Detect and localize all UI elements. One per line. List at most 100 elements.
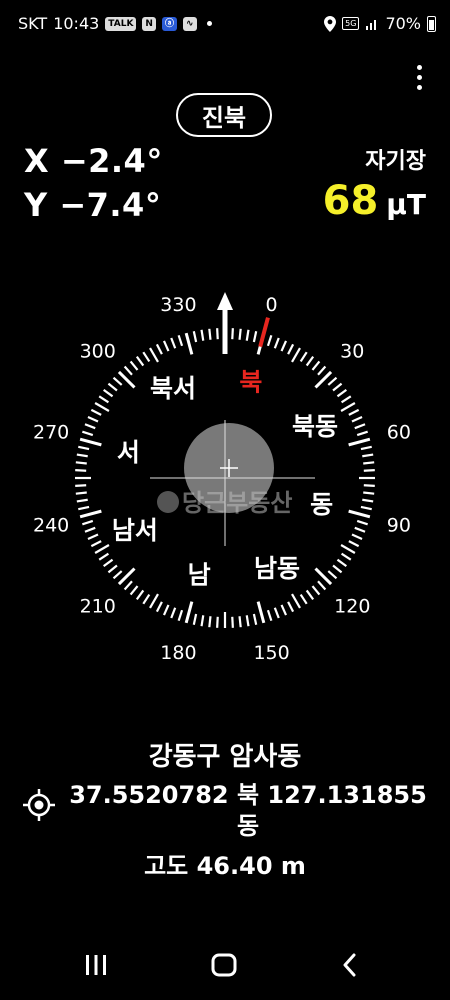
- degree-label: 0: [266, 294, 278, 316]
- compass-tick: [362, 453, 374, 458]
- compass-tick: [351, 533, 363, 541]
- compass-tick: [231, 328, 234, 340]
- coordinates-readout: 37.5520782 북 127.131855 동: [68, 780, 428, 842]
- true-north-toggle-button[interactable]: 진북: [176, 93, 272, 137]
- more-vertical-icon[interactable]: [408, 62, 430, 92]
- my-location-icon[interactable]: [22, 788, 56, 822]
- compass-tick: [360, 505, 372, 511]
- network-type-icon: 5G: [342, 17, 360, 30]
- north-tick: [258, 317, 270, 348]
- compass-tick: [82, 519, 94, 526]
- compass-tick: [216, 616, 219, 628]
- compass-tick: [200, 329, 205, 341]
- talk-icon: TALK: [105, 16, 137, 31]
- compass-tick: [84, 423, 96, 430]
- compass-tick: [280, 604, 288, 616]
- compass-tick: [340, 544, 356, 554]
- compass-tick: [317, 580, 327, 591]
- compass-tick: [311, 360, 321, 371]
- compass-tick: [142, 351, 151, 363]
- compass-tick: [90, 540, 102, 548]
- compass-tick: [107, 382, 118, 392]
- signal-icon: [366, 19, 377, 30]
- compass-tick: [252, 331, 258, 343]
- compass-tick: [266, 609, 273, 621]
- compass-tick: [332, 564, 343, 574]
- magnetic-field-number: 68: [322, 178, 379, 224]
- direction-label: 북동: [292, 412, 338, 441]
- compass-tick: [75, 484, 87, 487]
- compass-tick: [245, 329, 250, 341]
- compass-tick: [238, 616, 242, 628]
- compass-tick: [266, 335, 273, 347]
- north-marker: [258, 317, 270, 348]
- compass-tick: [112, 570, 123, 580]
- compass-tick: [135, 589, 145, 600]
- compass-tick: [84, 526, 96, 533]
- compass-tick: [351, 415, 363, 423]
- compass-tick: [291, 593, 301, 609]
- compass-tick: [78, 445, 90, 451]
- compass-tick: [155, 343, 163, 355]
- degree-label: 90: [387, 515, 411, 537]
- compass-tick: [311, 585, 321, 596]
- compass-tick: [363, 484, 375, 487]
- compass-tick: [348, 509, 371, 519]
- direction-label: 남: [188, 561, 211, 590]
- recent-apps-icon[interactable]: [66, 940, 126, 990]
- compass-tick: [305, 356, 315, 367]
- compass-tick: [238, 328, 242, 340]
- direction-label: 북서: [150, 374, 196, 403]
- compass-tick: [94, 402, 110, 412]
- compass-tick: [340, 552, 352, 561]
- compass-tick: [340, 402, 356, 412]
- location-pin-icon: [324, 15, 337, 32]
- compass-tick: [340, 395, 352, 404]
- tilt-x-readout: X −2.4°: [24, 142, 163, 180]
- compass-tick: [87, 533, 99, 541]
- compass-tick: [332, 382, 343, 392]
- compass-tick: [200, 615, 205, 627]
- compass-tick: [348, 437, 371, 447]
- compass-tick: [273, 337, 280, 349]
- direction-label: 서: [117, 438, 140, 467]
- compass-tick: [287, 343, 295, 355]
- compass-tick: [363, 491, 375, 495]
- back-icon[interactable]: [320, 940, 380, 990]
- compass-tick: [76, 453, 88, 458]
- watermark: 당근부동산: [157, 489, 292, 517]
- status-left: SKT 10:43 TALK N ⓐ ∿: [18, 14, 212, 33]
- direction-label: 남서: [112, 516, 158, 545]
- home-icon[interactable]: [194, 940, 254, 990]
- status-right: 5G 70%: [324, 14, 436, 33]
- compass-tick: [363, 469, 375, 472]
- heading-arrow-icon: [217, 292, 233, 354]
- navigation-bar: [0, 940, 450, 990]
- compass-tick: [79, 437, 102, 447]
- magnetic-field-unit: μT: [386, 188, 426, 221]
- compass-tick: [317, 365, 327, 376]
- compass-tick: [87, 415, 99, 423]
- compass-tick: [98, 552, 110, 561]
- compass-tick: [252, 613, 258, 625]
- degree-label: 120: [334, 595, 370, 617]
- compass-tick: [363, 461, 375, 465]
- compass-tick: [184, 332, 194, 355]
- compass-tick: [170, 607, 177, 619]
- compass-tick: [177, 609, 184, 621]
- compass-tick: [287, 601, 295, 613]
- compass-tick: [354, 526, 366, 533]
- shortcut-icon: ∿: [182, 16, 197, 31]
- compass-tick: [149, 593, 159, 609]
- compass-tick: [170, 337, 177, 349]
- tilt-y-readout: Y −7.4°: [24, 186, 162, 224]
- degree-label: 150: [253, 642, 289, 664]
- compass-tick: [75, 491, 87, 495]
- compass-tick: [112, 376, 123, 386]
- compass-tick: [75, 461, 87, 465]
- coordinates-line-2: 동: [236, 812, 260, 840]
- clock: 10:43: [53, 14, 100, 33]
- compass-tick: [129, 585, 139, 596]
- compass-tick: [90, 408, 102, 416]
- magnetic-field-label: 자기장: [365, 149, 426, 174]
